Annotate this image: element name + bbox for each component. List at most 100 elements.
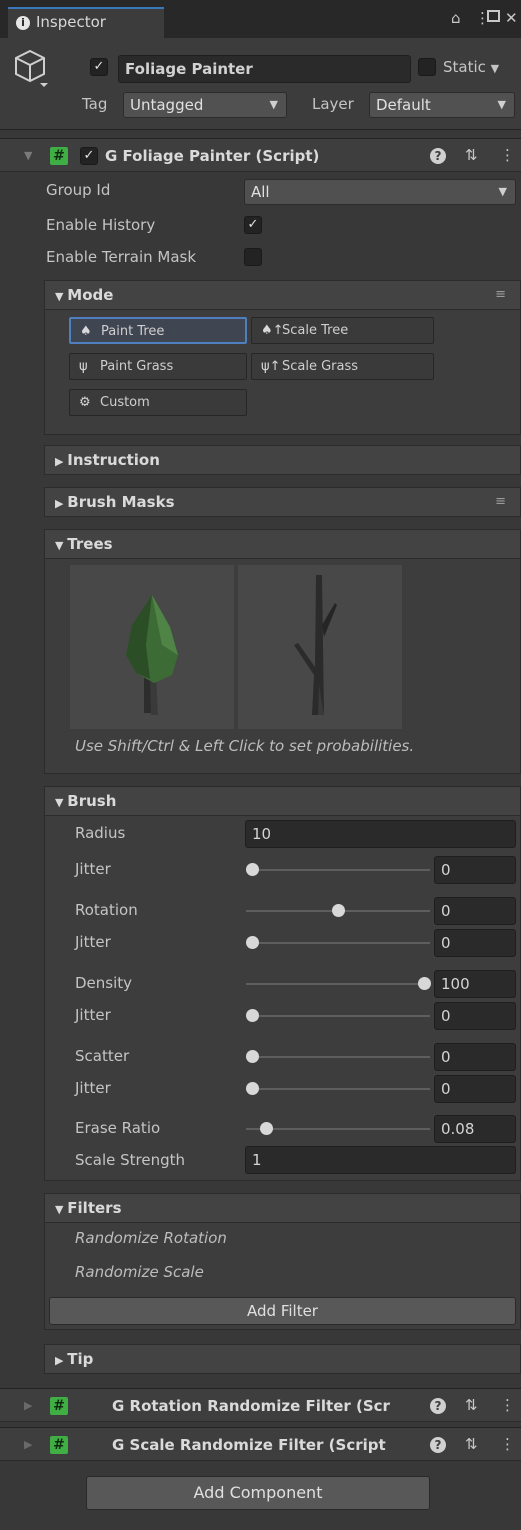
slider-value-field[interactable]: 0 <box>434 1002 516 1030</box>
tip-foldout-header[interactable]: ▶ Tip <box>44 1344 521 1374</box>
paint-tree-icon: ♠ <box>80 324 92 339</box>
slider-label: Erase Ratio <box>75 1119 161 1137</box>
tip-title: ▶ Tip <box>55 1350 94 1368</box>
slider-value-field[interactable]: 0 <box>434 856 516 884</box>
preset-icon[interactable]: ⇅ <box>465 146 478 164</box>
foldout-open-icon: ▼ <box>55 290 68 303</box>
group-id-value: All <box>251 183 270 201</box>
slider-track[interactable] <box>246 869 430 871</box>
gear-icon: ⚙ <box>79 395 91 410</box>
component-header-foliage-painter[interactable]: ▼ # ✓ G Foliage Painter (Script) ? ⇅ ⋮ <box>0 138 521 172</box>
mode-button-label: Custom <box>100 395 150 410</box>
object-active-checkbox[interactable]: ✓ <box>90 58 108 76</box>
slider-thumb[interactable] <box>246 936 259 949</box>
tab-label: Inspector <box>36 13 106 31</box>
foldout-closed-icon[interactable]: ▶ <box>24 1438 32 1451</box>
slider-track[interactable] <box>246 1015 430 1017</box>
slider-label: Scatter <box>75 1047 130 1065</box>
slider-value-field[interactable]: 0 <box>434 1043 516 1071</box>
filter-item[interactable]: Randomize Scale <box>75 1263 204 1281</box>
radius-field[interactable]: 10 <box>245 820 516 848</box>
instruction-foldout-header[interactable]: ▶ Instruction <box>44 445 521 475</box>
chevron-down-icon: ▼ <box>498 185 507 198</box>
slider-value-field[interactable]: 0 <box>434 897 516 925</box>
component-title: G Scale Randomize Filter (Script <box>112 1436 386 1454</box>
close-icon[interactable]: ✕ <box>505 9 518 27</box>
add-component-button[interactable]: Add Component <box>86 1476 430 1510</box>
menu-icon[interactable]: ≡ <box>495 287 506 302</box>
filter-item[interactable]: Randomize Rotation <box>75 1229 227 1247</box>
layer-dropdown[interactable]: Default ▼ <box>369 92 515 118</box>
component-enabled-checkbox[interactable]: ✓ <box>80 147 98 165</box>
mode-scale-grass-button[interactable]: ψ↑ Scale Grass <box>251 353 434 380</box>
slider-thumb[interactable] <box>332 904 345 917</box>
static-label: Static <box>443 58 486 76</box>
help-icon[interactable]: ? <box>430 1398 446 1414</box>
help-icon[interactable]: ? <box>430 148 446 164</box>
slider-thumb[interactable] <box>259 1122 273 1135</box>
filters-title: ▼ Filters <box>55 1199 122 1217</box>
tab-inspector[interactable]: i Inspector <box>8 7 164 38</box>
preset-icon[interactable]: ⇅ <box>465 1435 478 1453</box>
add-filter-button[interactable]: Add Filter <box>49 1297 516 1325</box>
chevron-down-icon: ▼ <box>269 98 278 111</box>
slider-track[interactable] <box>246 1128 430 1130</box>
slider-thumb[interactable] <box>418 977 431 990</box>
trees-foldout-header[interactable]: ▼ Trees <box>44 529 521 559</box>
maximize-icon[interactable] <box>487 10 500 22</box>
component-kebab-icon[interactable]: ⋮ <box>500 1435 515 1453</box>
preset-icon[interactable]: ⇅ <box>465 1396 478 1414</box>
component-kebab-icon[interactable]: ⋮ <box>500 146 515 164</box>
brush-masks-foldout-header[interactable]: ▶ Brush Masks ≡ <box>44 487 521 517</box>
enable-terrain-mask-checkbox[interactable] <box>244 248 262 266</box>
mode-scale-tree-button[interactable]: ♠↑ Scale Tree <box>251 317 434 344</box>
foldout-closed-icon[interactable]: ▶ <box>24 1399 32 1412</box>
menu-icon[interactable]: ≡ <box>495 494 506 509</box>
group-id-label: Group Id <box>46 181 111 199</box>
mode-custom-button[interactable]: ⚙ Custom <box>69 389 247 416</box>
leafy-tree-thumbnail[interactable] <box>70 565 234 729</box>
mode-paint-tree-button[interactable]: ♠ Paint Tree <box>69 317 247 344</box>
bare-tree-thumbnail[interactable] <box>238 565 402 729</box>
brush-foldout-header[interactable]: ▼ Brush <box>44 786 521 816</box>
slider-track[interactable] <box>246 942 430 944</box>
scale-tree-icon: ♠↑ <box>261 323 284 338</box>
mode-foldout-header[interactable]: ▼ Mode ≡ <box>44 280 521 310</box>
lock-icon[interactable]: ⌂ <box>451 9 461 27</box>
static-checkbox[interactable] <box>418 58 436 76</box>
foldout-closed-icon: ▶ <box>55 1354 68 1367</box>
script-icon: # <box>50 1436 68 1454</box>
slider-thumb[interactable] <box>246 1009 259 1022</box>
static-dropdown[interactable]: Static ▼ <box>443 58 499 76</box>
chevron-down-icon: ▼ <box>490 62 500 75</box>
paint-grass-icon: ψ <box>79 359 88 374</box>
filters-foldout-header[interactable]: ▼ Filters <box>44 1193 521 1223</box>
scale-strength-field[interactable]: 1 <box>245 1146 516 1174</box>
help-icon[interactable]: ? <box>430 1437 446 1453</box>
slider-value-field[interactable]: 0 <box>434 929 516 957</box>
slider-thumb[interactable] <box>246 1082 259 1095</box>
scale-strength-label: Scale Strength <box>75 1151 186 1169</box>
slider-track[interactable] <box>246 1088 430 1090</box>
slider-thumb[interactable] <box>246 863 259 876</box>
brush-title: ▼ Brush <box>55 792 117 810</box>
slider-thumb[interactable] <box>246 1050 259 1063</box>
component-kebab-icon[interactable]: ⋮ <box>500 1396 515 1414</box>
enable-history-checkbox[interactable]: ✓ <box>244 216 262 234</box>
component-header-rotation-filter[interactable]: ▶ # G Rotation Randomize Filter (Scr ? ⇅… <box>0 1388 521 1422</box>
tag-dropdown[interactable]: Untagged ▼ <box>123 92 287 118</box>
slider-label: Rotation <box>75 901 138 919</box>
slider-track[interactable] <box>246 983 430 985</box>
mode-button-label: Scale Tree <box>282 323 349 338</box>
component-header-scale-filter[interactable]: ▶ # G Scale Randomize Filter (Script ? ⇅… <box>0 1427 521 1461</box>
slider-value-field[interactable]: 0 <box>434 1075 516 1103</box>
foldout-arrow-icon[interactable]: ▼ <box>24 149 32 162</box>
slider-track[interactable] <box>246 1056 430 1058</box>
info-icon: i <box>16 16 30 30</box>
object-name-field[interactable]: Foliage Painter <box>118 55 411 83</box>
group-id-dropdown[interactable]: All ▼ <box>244 179 516 205</box>
slider-label: Jitter <box>75 1079 111 1097</box>
slider-value-field[interactable]: 0.08 <box>434 1115 516 1143</box>
mode-paint-grass-button[interactable]: ψ Paint Grass <box>69 353 247 380</box>
slider-value-field[interactable]: 100 <box>434 970 516 998</box>
